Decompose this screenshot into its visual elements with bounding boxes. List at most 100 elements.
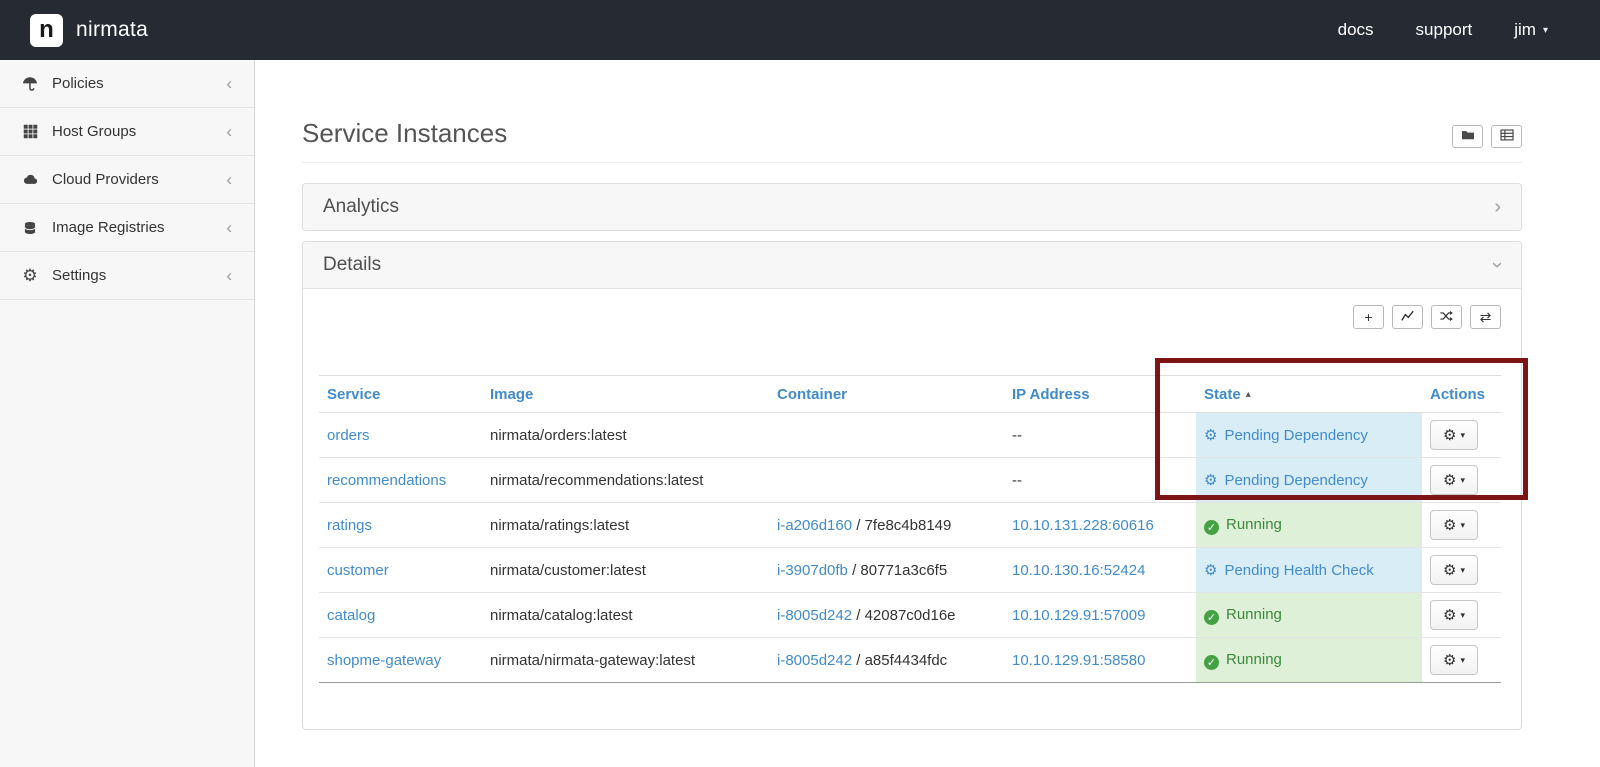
metrics-button[interactable] <box>1392 305 1423 329</box>
table-row: recommendations nirmata/recommendations:… <box>319 457 1501 503</box>
service-link[interactable]: recommendations <box>327 472 446 489</box>
actions-gear-button[interactable]: ⚙ ▾ <box>1430 420 1478 450</box>
service-instances-table: Service Image Container IP Address State… <box>319 375 1501 683</box>
details-panel-header[interactable]: Details › <box>303 242 1521 289</box>
actions-cell: ⚙ ▾ <box>1422 637 1501 683</box>
state-cell: ⚙ Pending Dependency <box>1196 457 1422 503</box>
caret-down-icon: ▾ <box>1542 24 1548 36</box>
column-header-state[interactable]: State ▴ <box>1196 375 1422 413</box>
service-link[interactable]: orders <box>327 427 370 444</box>
sidebar-item-host-groups[interactable]: Host Groups ‹ <box>0 108 254 156</box>
umbrella-icon <box>20 76 40 92</box>
actions-gear-button[interactable]: ⚙ ▾ <box>1430 600 1478 630</box>
sidebar-item-settings[interactable]: ⚙ Settings ‹ <box>0 252 254 300</box>
view-toggle-buttons <box>1452 125 1522 148</box>
state-cell: ✓ Running <box>1196 637 1422 683</box>
sidebar-item-policies[interactable]: Policies ‹ <box>0 60 254 108</box>
state-cell: ⚙ Pending Dependency <box>1196 412 1422 458</box>
service-cell: customer <box>319 547 482 593</box>
column-header-image[interactable]: Image <box>482 375 769 413</box>
service-cell: shopme-gateway <box>319 637 482 683</box>
actions-gear-button[interactable]: ⚙ ▾ <box>1430 555 1478 585</box>
list-view-button[interactable] <box>1491 125 1522 148</box>
state-label: Pending Dependency <box>1224 427 1368 444</box>
nav-link-docs[interactable]: docs <box>1338 20 1374 40</box>
main-area: Service Instances Analytics › Details › … <box>256 60 1600 767</box>
folder-view-button[interactable] <box>1452 125 1483 148</box>
sidebar-item-label: Cloud Providers <box>52 171 159 188</box>
container-hash: 42087c0d16e <box>864 606 956 624</box>
actions-cell: ⚙ ▾ <box>1422 547 1501 593</box>
column-header-container[interactable]: Container <box>769 375 1004 413</box>
column-label: Container <box>777 385 848 403</box>
sidebar-item-label: Image Registries <box>52 219 165 236</box>
shuffle-icon <box>1439 309 1454 326</box>
brand-name: nirmata <box>76 18 149 41</box>
ip-address-link[interactable]: 10.10.131.228:60616 <box>1012 517 1154 534</box>
sidebar-item-cloud-providers[interactable]: Cloud Providers ‹ <box>0 156 254 204</box>
nav-link-support[interactable]: support <box>1416 20 1473 40</box>
chevron-left-icon: ‹ <box>226 169 232 189</box>
table-row: catalog nirmata/catalog:latest i-8005d24… <box>319 592 1501 638</box>
actions-gear-button[interactable]: ⚙ ▾ <box>1430 465 1478 495</box>
ip-address-link[interactable]: 10.10.129.91:57009 <box>1012 607 1145 624</box>
container-id-link[interactable]: i-8005d242 <box>777 652 852 669</box>
ip-cell: 10.10.129.91:57009 <box>1004 592 1196 638</box>
state-icon: ⚙ <box>1204 472 1218 489</box>
column-header-actions: Actions <box>1422 375 1501 413</box>
service-cell: orders <box>319 412 482 458</box>
container-separator: / <box>847 561 861 579</box>
folder-icon <box>1461 129 1475 144</box>
sidebar-item-image-registries[interactable]: Image Registries ‹ <box>0 204 254 252</box>
panel-title: Analytics <box>323 196 400 217</box>
table-row: customer nirmata/customer:latest i-3907d… <box>319 547 1501 593</box>
swap-button[interactable]: ⇄ <box>1470 305 1501 329</box>
service-link[interactable]: shopme-gateway <box>327 652 441 669</box>
column-header-service[interactable]: Service <box>319 375 482 413</box>
image-cell: nirmata/catalog:latest <box>482 592 769 638</box>
container-id-link[interactable]: i-8005d242 <box>777 607 852 624</box>
state-label: Pending Health Check <box>1224 562 1374 579</box>
service-link[interactable]: customer <box>327 562 389 579</box>
image-cell: nirmata/nirmata-gateway:latest <box>482 637 769 683</box>
gear-icon: ⚙ <box>22 266 38 285</box>
service-cell: recommendations <box>319 457 482 503</box>
swap-arrows-icon: ⇄ <box>1479 308 1492 325</box>
state-icon: ✓ <box>1204 519 1219 535</box>
container-cell: i-a206d160 / 7fe8c4b8149 <box>769 502 1004 548</box>
actions-gear-button[interactable]: ⚙ ▾ <box>1430 645 1478 675</box>
sidebar-item-label: Host Groups <box>52 123 137 140</box>
state-icon: ✓ <box>1204 654 1219 670</box>
top-navbar: n nirmata docs support jim ▾ <box>0 0 1600 60</box>
container-id-link[interactable]: i-a206d160 <box>777 517 852 534</box>
actions-gear-button[interactable]: ⚙ ▾ <box>1430 510 1478 540</box>
container-cell <box>769 457 1004 503</box>
column-header-ip-address[interactable]: IP Address <box>1004 375 1196 413</box>
service-link[interactable]: ratings <box>327 517 372 534</box>
ip-cell: 10.10.131.228:60616 <box>1004 502 1196 548</box>
ip-cell: -- <box>1004 457 1196 503</box>
grid-icon <box>20 124 40 139</box>
caret-down-icon: ▾ <box>1460 609 1465 620</box>
chevron-left-icon: ‹ <box>226 121 232 141</box>
navbar-links: docs support jim ▾ <box>1338 20 1548 40</box>
analytics-panel-header[interactable]: Analytics › <box>303 184 1521 230</box>
brand[interactable]: n nirmata <box>30 13 149 47</box>
add-button[interactable]: + <box>1353 305 1384 329</box>
details-panel: Details › + ⇄ Service Image Container IP… <box>302 241 1522 730</box>
sidebar: Policies ‹ Host Groups ‹ Cloud Providers… <box>0 60 255 767</box>
actions-cell: ⚙ ▾ <box>1422 592 1501 638</box>
ip-address-link[interactable]: 10.10.129.91:58580 <box>1012 652 1145 669</box>
state-cell: ✓ Running <box>1196 592 1422 638</box>
service-link[interactable]: catalog <box>327 607 375 624</box>
container-separator: / <box>852 651 865 669</box>
container-hash: a85f4434fdc <box>864 651 948 669</box>
state-cell: ✓ Running <box>1196 502 1422 548</box>
sidebar-item-label: Settings <box>52 267 107 284</box>
column-label: IP Address <box>1012 385 1090 403</box>
ip-address-link[interactable]: 10.10.130.16:52424 <box>1012 562 1145 579</box>
shuffle-button[interactable] <box>1431 305 1462 329</box>
user-menu[interactable]: jim ▾ <box>1514 20 1548 40</box>
database-icon <box>20 220 40 236</box>
container-id-link[interactable]: i-3907d0fb <box>777 562 848 579</box>
